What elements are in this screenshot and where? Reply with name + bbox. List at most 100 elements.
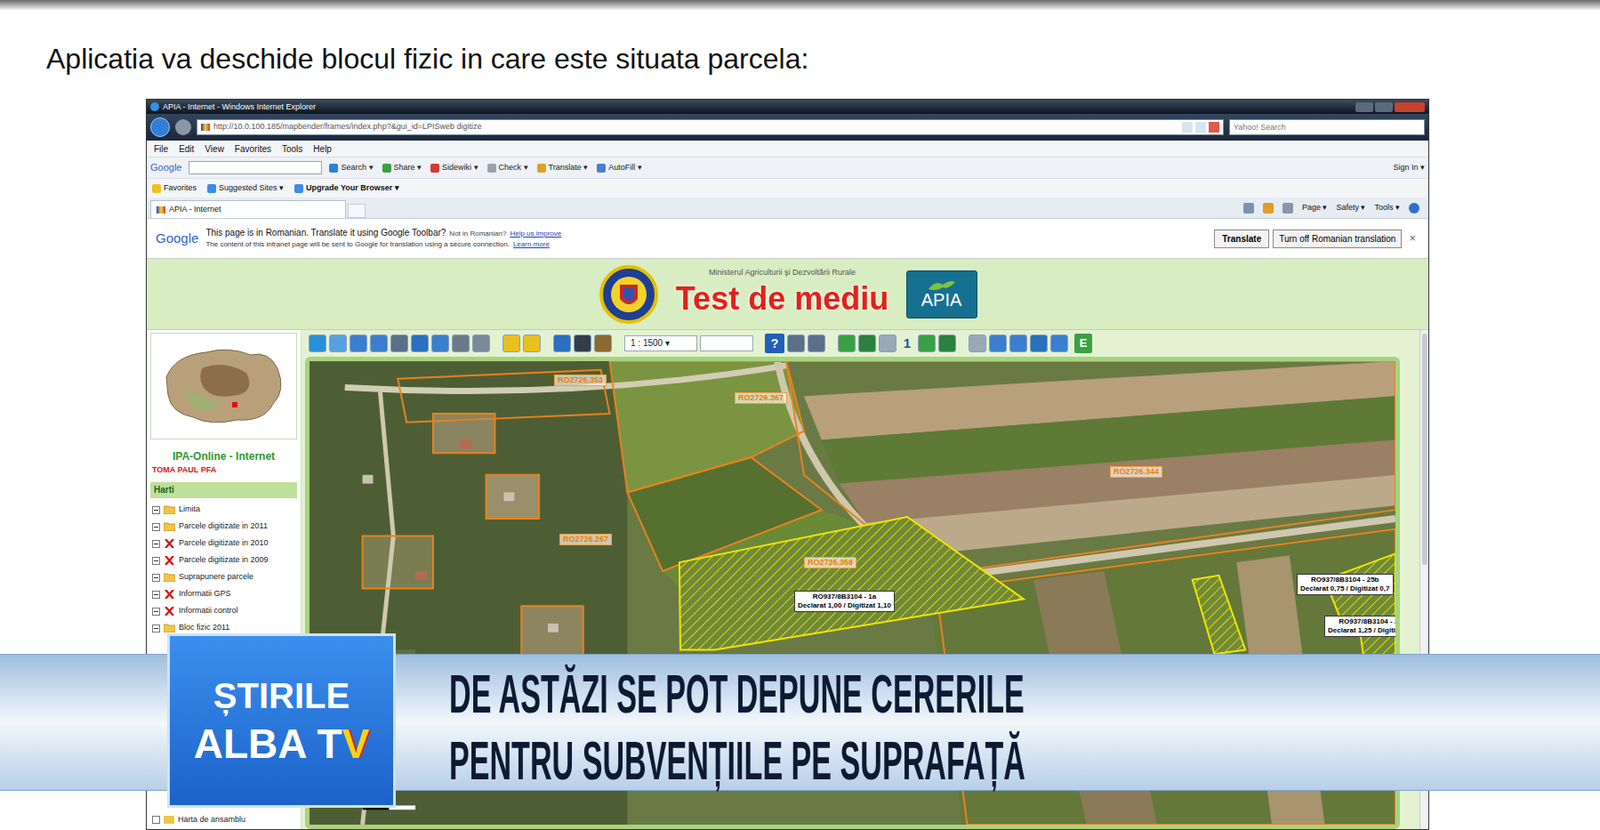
- map-tool-icon[interactable]: [1029, 334, 1048, 353]
- layer-item[interactable]: Limita: [150, 501, 298, 519]
- menu-item[interactable]: Help: [307, 142, 338, 156]
- map-tool-icon[interactable]: [938, 334, 957, 353]
- layer-item[interactable]: Informatii GPS: [150, 586, 298, 604]
- maps-section[interactable]: Harti: [150, 482, 298, 499]
- menu-item[interactable]: View: [199, 142, 230, 156]
- coordinate-input[interactable]: [699, 335, 754, 352]
- map-tool-icon[interactable]: [968, 334, 987, 353]
- menu-item[interactable]: Edit: [173, 142, 200, 156]
- overview-label[interactable]: Harta de ansamblu: [177, 813, 246, 827]
- scale-select[interactable]: 1 : 1500 ▾: [624, 335, 698, 352]
- layer-visibility[interactable]: [163, 522, 176, 531]
- favorites-item[interactable]: Favorites: [152, 182, 197, 195]
- turn-off-button[interactable]: Turn off Romanian translation: [1272, 229, 1402, 249]
- map-tool-icon[interactable]: [988, 334, 1007, 353]
- favorites-item[interactable]: Suggested Sites ▾: [207, 182, 284, 195]
- home-icon[interactable]: [1243, 202, 1255, 214]
- layer-visibility[interactable]: [163, 623, 176, 633]
- refresh-icon[interactable]: [1195, 121, 1207, 133]
- back-icon[interactable]: [150, 117, 170, 137]
- expand-icon[interactable]: [152, 506, 161, 515]
- map-tool-icon[interactable]: [308, 334, 327, 353]
- layer-visibility[interactable]: [163, 572, 176, 582]
- map-tool-icon[interactable]: [1009, 334, 1028, 353]
- close-icon[interactable]: [1394, 102, 1425, 113]
- menu-item[interactable]: Favorites: [229, 142, 277, 156]
- layer-item[interactable]: Parcele digitizate in 2010: [150, 535, 298, 553]
- command-item[interactable]: Safety ▾: [1335, 201, 1366, 215]
- map-tool-icon[interactable]: [594, 334, 612, 353]
- map-tool-icon[interactable]: [917, 334, 936, 353]
- map-tool-icon[interactable]: [502, 334, 521, 353]
- maximize-icon[interactable]: [1374, 102, 1393, 113]
- stop-icon[interactable]: [1208, 121, 1220, 133]
- sign-in[interactable]: Sign In ▾: [1392, 161, 1425, 175]
- minimize-icon[interactable]: [1355, 102, 1374, 113]
- google-toolbar-item[interactable]: Check ▾: [487, 161, 529, 175]
- map-tool-icon[interactable]: [787, 334, 805, 353]
- address-field[interactable]: http://10.0.100.185/mapbender/frames/ind…: [196, 119, 1224, 136]
- expand-icon[interactable]: [152, 556, 161, 565]
- map-tool-icon[interactable]: [573, 334, 592, 353]
- layer-item[interactable]: Parcele digitizate in 2011: [150, 518, 298, 536]
- scrollbar-thumb[interactable]: [1422, 333, 1428, 565]
- search-field[interactable]: [1229, 119, 1425, 136]
- translate-button[interactable]: Translate: [1214, 229, 1270, 249]
- forward-icon[interactable]: [175, 119, 192, 136]
- map-tool-icon[interactable]: [553, 334, 571, 353]
- map-tool-icon[interactable]: [858, 334, 877, 353]
- feeds-icon[interactable]: [1262, 202, 1274, 214]
- expand-icon[interactable]: [152, 590, 161, 599]
- google-toolbar-item[interactable]: AutoFill ▾: [596, 161, 643, 175]
- layer-visibility[interactable]: [163, 538, 176, 548]
- learn-more-link[interactable]: Learn more: [513, 239, 550, 250]
- layer-item[interactable]: Informatii control: [150, 603, 298, 620]
- map-tool-icon[interactable]: [451, 334, 470, 353]
- map-tool-icon[interactable]: [1050, 334, 1069, 353]
- layer-visibility[interactable]: [163, 555, 176, 565]
- layer-visibility[interactable]: [163, 606, 176, 616]
- favorites-item[interactable]: Upgrade Your Browser ▾: [294, 182, 400, 195]
- google-search-box[interactable]: [188, 160, 322, 175]
- map-tool-icon[interactable]: [349, 334, 368, 353]
- expand-icon[interactable]: [152, 607, 161, 616]
- layer-visibility[interactable]: [163, 589, 176, 599]
- help-button[interactable]: ?: [764, 333, 785, 354]
- export-button[interactable]: E: [1074, 333, 1093, 354]
- command-item[interactable]: Tools ▾: [1374, 201, 1400, 215]
- close-translate-button[interactable]: ×: [1405, 229, 1420, 248]
- new-tab-icon[interactable]: [347, 203, 366, 218]
- layer-visibility[interactable]: [163, 505, 176, 515]
- expand-icon[interactable]: [152, 539, 161, 548]
- map-tool-icon[interactable]: [837, 334, 856, 353]
- expand-icon[interactable]: [152, 815, 161, 824]
- help-icon[interactable]: [1408, 202, 1420, 214]
- map-tool-icon[interactable]: [878, 334, 897, 353]
- map-tool-icon[interactable]: [431, 334, 450, 353]
- menu-item[interactable]: Tools: [276, 142, 308, 156]
- layer-item[interactable]: Suprapunere parcele: [150, 569, 298, 587]
- google-toolbar-item[interactable]: Search ▾: [329, 161, 373, 175]
- map-tool-icon[interactable]: [369, 334, 388, 353]
- map-tool-icon[interactable]: [522, 334, 541, 353]
- layer-item[interactable]: Parcele digitizate in 2009: [150, 552, 298, 570]
- expand-icon[interactable]: [152, 522, 161, 531]
- map-tool-icon[interactable]: [410, 334, 429, 353]
- google-toolbar-item[interactable]: Sidewiki ▾: [430, 161, 479, 175]
- menu-item[interactable]: File: [148, 142, 174, 156]
- expand-icon[interactable]: [152, 624, 161, 633]
- print-icon[interactable]: [1282, 202, 1294, 214]
- google-toolbar-item[interactable]: Share ▾: [382, 161, 423, 175]
- help-link[interactable]: Help us improve: [509, 228, 562, 240]
- map-tool-icon[interactable]: [329, 334, 347, 353]
- overview-map[interactable]: [150, 332, 298, 440]
- compat-icon[interactable]: [1181, 121, 1193, 133]
- google-toolbar-item[interactable]: Translate ▾: [537, 161, 589, 175]
- command-item[interactable]: Page ▾: [1302, 201, 1328, 215]
- browser-tab[interactable]: APIA - Internet: [150, 200, 346, 218]
- map-tool-icon[interactable]: [472, 334, 491, 353]
- scale-one-button[interactable]: 1: [899, 333, 916, 354]
- expand-icon[interactable]: [152, 573, 161, 582]
- map-tool-icon[interactable]: [807, 334, 826, 353]
- map-tool-icon[interactable]: [390, 334, 409, 353]
